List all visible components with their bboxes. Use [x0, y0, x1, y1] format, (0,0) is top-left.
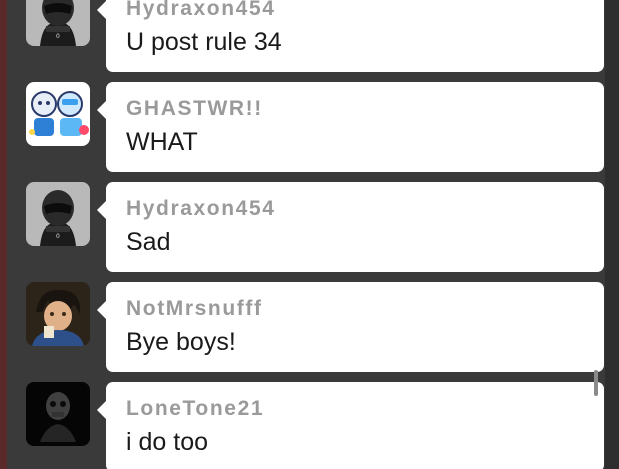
message-bubble: Hydraxon454 Sad [97, 182, 604, 272]
chat-message: NotMrsnufff Bye boys! [0, 282, 619, 374]
svg-text:0: 0 [56, 33, 60, 40]
message-bubble: LoneTone21 i do too [97, 382, 604, 469]
chat-message: 0 Hydraxon454 Sad [0, 182, 619, 274]
message-username[interactable]: Hydraxon454 [126, 0, 276, 21]
message-username[interactable]: NotMrsnufff [126, 297, 263, 321]
svg-text:0: 0 [56, 233, 60, 240]
message-text: WHAT [126, 128, 198, 156]
anime-character-avatar[interactable] [26, 282, 90, 346]
helmet-avatar[interactable]: 0 [26, 0, 90, 46]
chat-message: LoneTone21 i do too [0, 382, 619, 469]
helmet-avatar[interactable]: 0 [26, 182, 90, 246]
message-username[interactable]: LoneTone21 [126, 397, 264, 421]
message-username[interactable]: GHASTWR!! [126, 97, 263, 121]
dark-skull-avatar[interactable] [26, 382, 90, 446]
cartoon-characters-avatar[interactable] [26, 82, 90, 146]
message-text: i do too [126, 428, 209, 456]
message-text: U post rule 34 [126, 28, 282, 56]
message-bubble: GHASTWR!! WHAT [97, 82, 604, 172]
chat-message: 0 Hydraxon454 U post rule 34 [0, 0, 619, 74]
message-text: Sad [126, 228, 171, 256]
message-text: Bye boys! [126, 328, 236, 356]
scrollbar-thumb[interactable] [594, 370, 598, 396]
message-bubble: Hydraxon454 U post rule 34 [97, 0, 604, 72]
message-bubble: NotMrsnufff Bye boys! [97, 282, 604, 372]
message-username[interactable]: Hydraxon454 [126, 197, 276, 221]
chat-message: GHASTWR!! WHAT [0, 82, 619, 174]
chat-screen: 0 Hydraxon454 U post rule 34 GHASTWR!! W… [0, 0, 619, 469]
